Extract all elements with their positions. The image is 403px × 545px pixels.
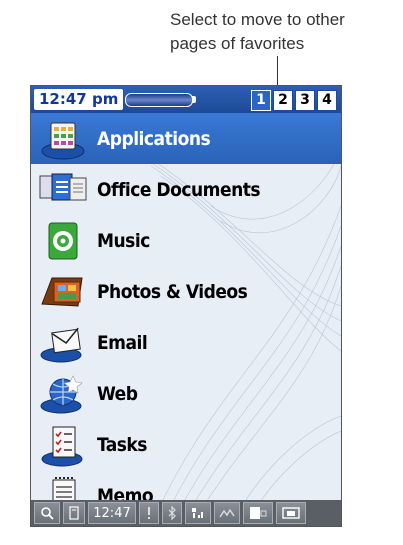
status-bar: 12:47 pm 1 2 3 4 [31, 86, 341, 113]
favorite-label: Applications [97, 127, 211, 150]
bluetooth-icon[interactable] [162, 502, 182, 524]
tasks-icon [37, 422, 89, 468]
favorite-web[interactable]: Web [31, 368, 341, 419]
web-icon [37, 371, 89, 417]
phone-icon[interactable] [63, 502, 85, 524]
office-documents-icon [37, 167, 89, 213]
callout-line-1: Select to move to other [170, 10, 345, 29]
favorite-label: Email [97, 331, 148, 354]
email-icon [37, 320, 89, 366]
callout-line-2: pages of favorites [170, 34, 305, 53]
favorite-tasks[interactable]: Tasks [31, 419, 341, 470]
callout-annotation: Select to move to other pages of favorit… [170, 8, 365, 56]
favorites-page-selector: 1 2 3 4 [251, 90, 337, 111]
favorite-email[interactable]: Email [31, 317, 341, 368]
alert-icon[interactable] [139, 502, 159, 524]
page-button-1[interactable]: 1 [251, 90, 271, 111]
favorite-label: Music [97, 229, 150, 252]
favorite-label: Web [97, 382, 138, 405]
page-button-2[interactable]: 2 [273, 90, 293, 111]
favorite-photos-videos[interactable]: Photos & Videos [31, 266, 341, 317]
screen-icon[interactable] [276, 502, 306, 524]
favorite-label: Photos & Videos [97, 280, 248, 303]
taskbar: 12:47 [31, 500, 341, 526]
data-icon[interactable] [214, 502, 240, 524]
page-button-4[interactable]: 4 [317, 90, 337, 111]
favorite-applications[interactable]: Applications [31, 113, 341, 164]
signal-icon[interactable] [185, 502, 211, 524]
favorite-office-documents[interactable]: Office Documents [31, 164, 341, 215]
battery-icon[interactable] [125, 93, 193, 107]
device-screen: 12:47 pm 1 2 3 4 Applications Office Doc… [30, 85, 342, 527]
applications-icon [37, 116, 89, 162]
taskbar-clock[interactable]: 12:47 [88, 502, 136, 524]
page-button-3[interactable]: 3 [295, 90, 315, 111]
photos-videos-icon [37, 269, 89, 315]
device-icon[interactable] [243, 502, 273, 524]
music-icon [37, 218, 89, 264]
time-display[interactable]: 12:47 pm [34, 89, 124, 110]
favorite-label: Tasks [97, 433, 147, 456]
search-icon[interactable] [34, 502, 60, 524]
battery-tip [192, 96, 196, 103]
callout-leader-line [277, 56, 278, 88]
favorite-label: Office Documents [97, 178, 261, 201]
favorites-list: Applications Office Documents Music Phot… [31, 113, 341, 521]
favorite-music[interactable]: Music [31, 215, 341, 266]
